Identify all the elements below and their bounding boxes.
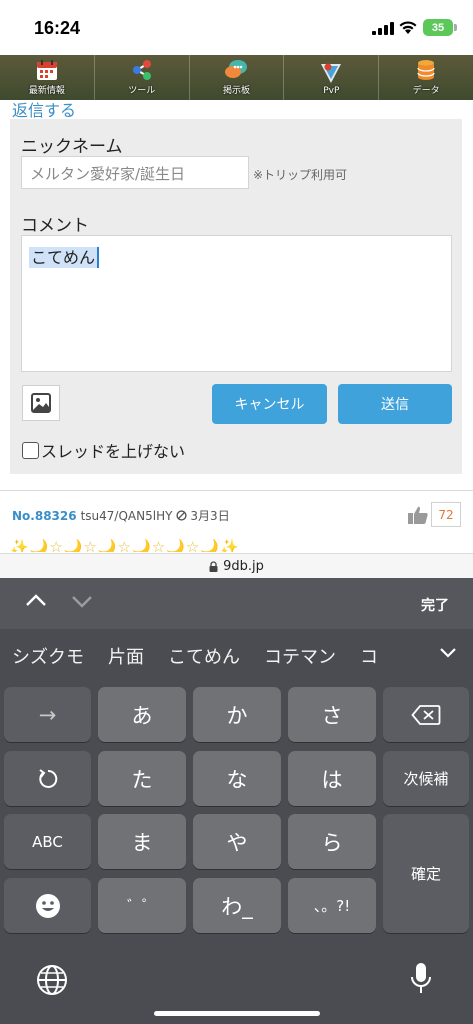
chat-bubbles-icon [225,60,248,78]
image-icon [31,393,51,413]
suggestion-item[interactable]: コ [348,643,390,669]
lock-icon [209,560,218,572]
done-button[interactable]: 完了 [421,595,449,615]
like-count: 72 [431,502,461,527]
home-indicator [154,1011,320,1016]
status-bar: 16:24 35 [0,0,473,55]
nav-item-news[interactable]: 最新情報 [0,55,95,100]
key-na[interactable]: な [193,751,281,806]
keyboard-toolbar: 完了 [0,578,473,629]
suggestion-item[interactable]: コテマン [252,643,348,669]
delete-icon [411,704,441,725]
key-a[interactable]: あ [98,687,186,742]
ban-icon[interactable] [176,510,188,521]
arrow-key[interactable]: → [4,687,91,742]
suggestion-item[interactable]: 片面 [96,643,156,669]
key-ta[interactable]: た [98,751,186,806]
nav-item-pvp[interactable]: PvP [284,55,380,100]
globe-icon[interactable] [36,964,68,996]
nav-label: PvP [323,86,340,96]
key-sa[interactable]: さ [288,687,376,742]
nav-item-board[interactable]: 掲示板 [190,55,285,100]
key-ra[interactable]: ら [288,814,376,869]
comment-label: コメント [21,216,89,236]
pvp-shield-icon [321,63,342,83]
battery-tip [454,24,457,31]
microphone-icon[interactable] [410,962,432,996]
nav-label: ツール [128,86,156,96]
reply-form: ニックネーム メルタン愛好家/誕生日 ※トリップ利用可 コメント こてめん キャ… [10,119,462,474]
post-date: 3月3日 [190,509,230,523]
site-nav: 最新情報 ツール 掲示板 PvP データ [0,55,473,100]
keyboard: 完了 シズクモ 片面 こてめん コテマン コ → あ か さ た な は 次候補… [0,578,473,1024]
status-time: 16:24 [34,18,81,38]
expand-suggestions-icon[interactable] [439,647,457,659]
post-divider [0,490,473,491]
nav-label: データ [412,86,440,96]
suggestion-item[interactable]: シズクモ [0,643,96,669]
nickname-input[interactable]: メルタン愛好家/誕生日 [21,156,249,189]
key-wa[interactable]: わ_ [193,878,281,933]
suggestion-bar: シズクモ 片面 こてめん コテマン コ [0,629,473,683]
undo-key[interactable] [4,751,91,806]
confirm-key[interactable]: 確定 [383,814,469,933]
no-bump-checkbox[interactable] [22,441,39,459]
chevron-up-icon[interactable] [25,593,47,607]
key-ma[interactable]: ま [98,814,186,869]
comment-textarea[interactable]: こてめん [21,235,452,372]
cellular-signal-icon [372,22,394,35]
no-bump-option[interactable]: スレッドを上げない [22,438,185,462]
nav-item-tools[interactable]: ツール [95,55,190,100]
url-domain: 9db.jp [223,558,264,574]
post-user-id: tsu47/QAN5lHY [80,508,173,523]
database-icon [417,60,435,80]
key-ya[interactable]: や [193,814,281,869]
abc-key[interactable]: ABC [4,814,91,869]
url-bar[interactable]: 9db.jp [0,553,473,578]
reply-title[interactable]: 返信する [12,97,76,121]
punctuation-key[interactable]: 、。?! [288,878,376,933]
send-button[interactable]: 送信 [338,384,452,424]
nickname-label: ニックネーム [21,137,123,157]
nav-item-data[interactable]: データ [379,55,473,100]
next-candidate-key[interactable]: 次候補 [383,751,469,806]
cancel-button[interactable]: キャンセル [212,384,327,424]
key-ha[interactable]: は [288,751,376,806]
delete-key[interactable] [383,687,469,742]
calendar-icon [36,60,57,80]
thumbs-up-icon[interactable] [407,505,429,525]
emoji-decoration: ✨🌙☆🌙☆🌙☆🌙☆🌙☆🌙✨ [10,538,240,552]
key-ka[interactable]: か [193,687,281,742]
emoji-key[interactable] [4,878,91,933]
emoji-icon [35,893,60,918]
share-nodes-icon [132,60,151,80]
wifi-icon [399,21,417,34]
suggestion-item[interactable]: こてめん [156,643,252,669]
battery-indicator: 35 [423,19,453,36]
dakuten-key[interactable]: ゛゜ [98,878,186,933]
undo-icon [38,768,57,788]
nav-label: 掲示板 [222,86,250,96]
post-header: No.88326 tsu47/QAN5lHY 3月3日 [12,507,230,524]
trip-note: ※トリップ利用可 [253,168,348,182]
no-bump-label: スレッドを上げない [41,442,186,461]
post-number[interactable]: No.88326 [12,509,77,523]
nav-label: 最新情報 [28,86,65,96]
image-upload-button[interactable] [22,385,60,421]
chevron-down-icon[interactable] [71,595,93,609]
comment-text: こてめん [29,247,100,268]
